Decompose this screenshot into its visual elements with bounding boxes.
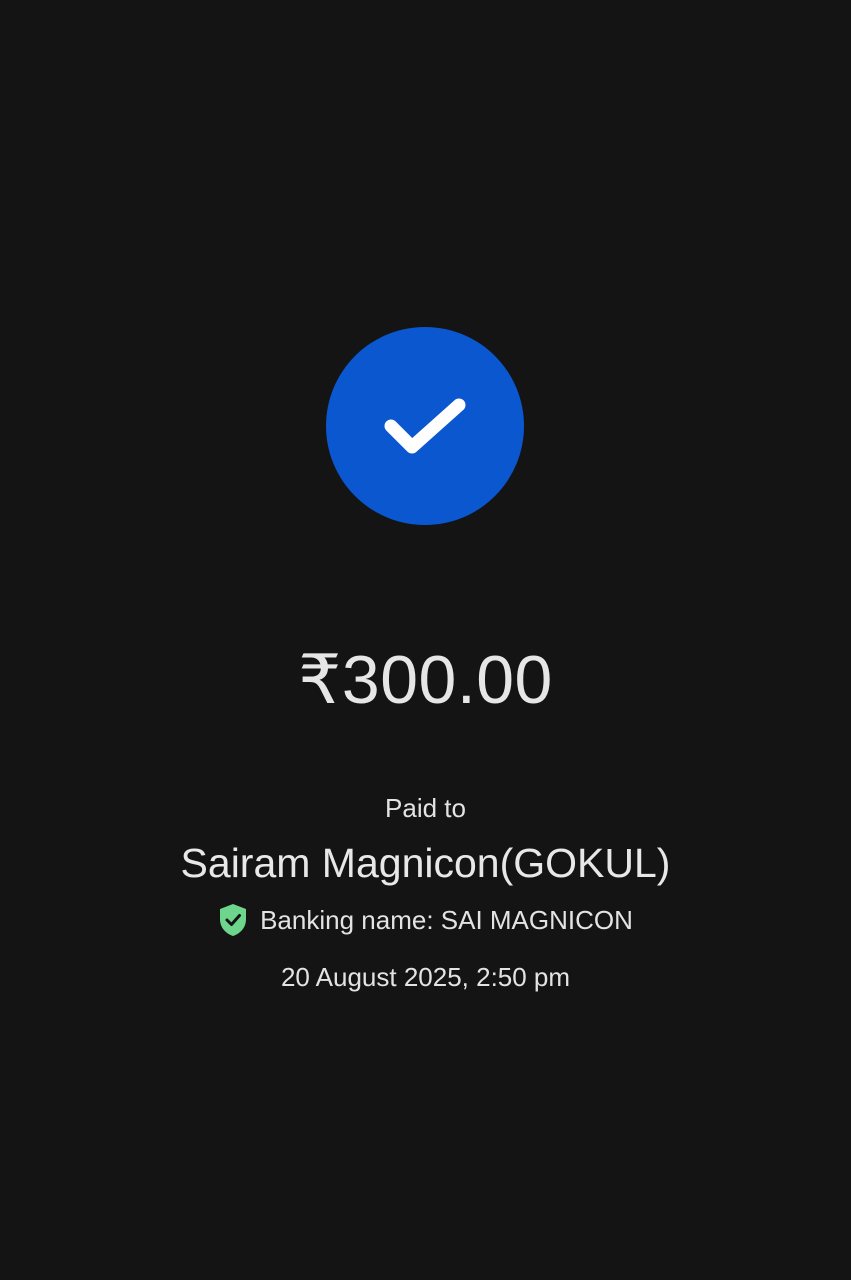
paid-to-label: Paid to <box>385 793 466 823</box>
shield-check-icon <box>220 904 247 936</box>
payment-datetime: 20 August 2025, 2:50 pm <box>280 962 571 992</box>
payment-amount: ₹300.00 <box>298 642 553 718</box>
payee-name: Sairam Magnicon(GOKUL) <box>180 840 671 886</box>
checkmark-icon <box>384 398 466 454</box>
banking-name-row: Banking name: SAI MAGNICON <box>0 903 851 937</box>
success-badge <box>326 327 524 525</box>
banking-name-text: Banking name: SAI MAGNICON <box>260 905 633 935</box>
payment-success-screen: ₹300.00 Paid to Sairam Magnicon(GOKUL) B… <box>0 0 851 1280</box>
